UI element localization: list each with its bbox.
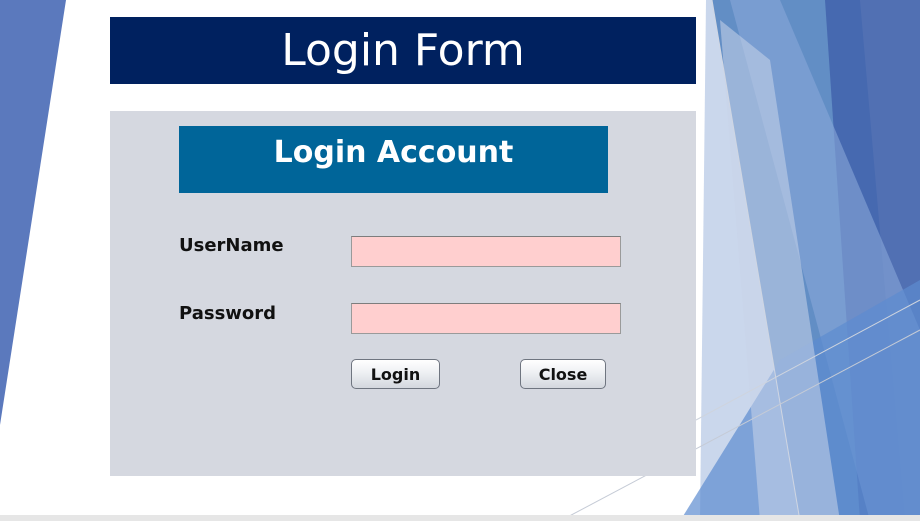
username-label: UserName: [179, 235, 284, 256]
close-button[interactable]: Close: [520, 359, 606, 389]
slide-title: Login Form: [110, 17, 696, 84]
password-label: Password: [179, 303, 277, 324]
password-input[interactable]: [351, 303, 621, 334]
login-form-panel: Login Account UserName Password Login Cl…: [110, 111, 696, 476]
username-input[interactable]: [351, 236, 621, 267]
bottom-strip: [0, 515, 920, 521]
login-account-header: Login Account: [179, 126, 608, 193]
login-button[interactable]: Login: [351, 359, 440, 389]
left-decor-shape: [0, 0, 66, 425]
